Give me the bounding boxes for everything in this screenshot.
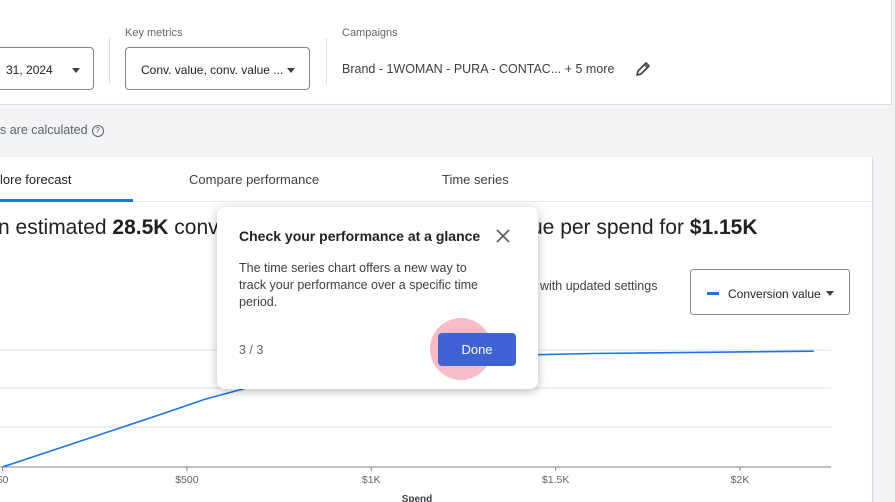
x-tick-label: $1K: [362, 474, 381, 486]
summary-prefix: n estimated: [0, 216, 107, 239]
done-button[interactable]: Done: [438, 333, 516, 366]
x-tick-label: $500: [175, 474, 199, 486]
key-metrics-label: Key metrics: [125, 27, 183, 39]
divider: [326, 38, 327, 84]
summary-conversions: 28.5K: [112, 216, 169, 239]
close-icon[interactable]: [493, 226, 513, 246]
help-icon[interactable]: ?: [91, 125, 104, 137]
dropdown-arrow-icon: [826, 291, 834, 296]
campaigns-label: Campaigns: [342, 27, 398, 39]
key-metrics-value: Conv. value, conv. value ...: [141, 63, 284, 77]
campaigns-value: Brand - 1WOMAN - PURA - CONTAC...: [342, 62, 562, 76]
dropdown-arrow-icon: [287, 68, 295, 73]
divider: [109, 38, 110, 84]
key-metrics-select[interactable]: Conv. value, conv. value ...: [125, 47, 310, 90]
campaigns-more: + 5 more: [564, 62, 615, 76]
forecast-summary-start: n estimated 28.5K conve: [0, 216, 230, 240]
date-range-value: 31, 2024: [6, 63, 53, 77]
tab-compare-performance[interactable]: Compare performance: [189, 172, 319, 187]
series-swatch: [707, 292, 719, 295]
calculation-info-text: s are calculated: [0, 123, 88, 137]
tab-time-series[interactable]: Time series: [442, 172, 509, 187]
tab-explore-forecast[interactable]: lore forecast: [0, 172, 72, 187]
date-range-select[interactable]: 31, 2024: [0, 47, 94, 90]
metric-select[interactable]: Conversion value: [690, 269, 850, 315]
x-tick-label: $1.5K: [542, 474, 569, 486]
x-tick-label: $0: [0, 474, 9, 486]
x-axis-label: Spend: [402, 494, 433, 502]
active-tab-indicator: [0, 199, 133, 202]
campaigns-selection[interactable]: Brand - 1WOMAN - PURA - CONTAC... + 5 mo…: [342, 62, 614, 76]
forecast-summary-end: ue per spend for $1.15K: [531, 216, 758, 240]
updated-settings-legend: with updated settings: [540, 279, 658, 293]
dropdown-arrow-icon: [72, 68, 80, 73]
x-tick-label: $2K: [731, 474, 750, 486]
popup-step-counter: 3 / 3: [239, 343, 264, 357]
popup-title: Check your performance at a glance: [239, 228, 481, 244]
summary-suffix: ue per spend for: [531, 216, 684, 239]
metric-select-value: Conversion value: [728, 287, 821, 301]
summary-spend: $1.15K: [689, 216, 758, 239]
calculation-info: s are calculated?: [0, 123, 104, 137]
popup-body: The time series chart offers a new way t…: [239, 261, 478, 309]
edit-pencil-icon[interactable]: [634, 60, 652, 78]
